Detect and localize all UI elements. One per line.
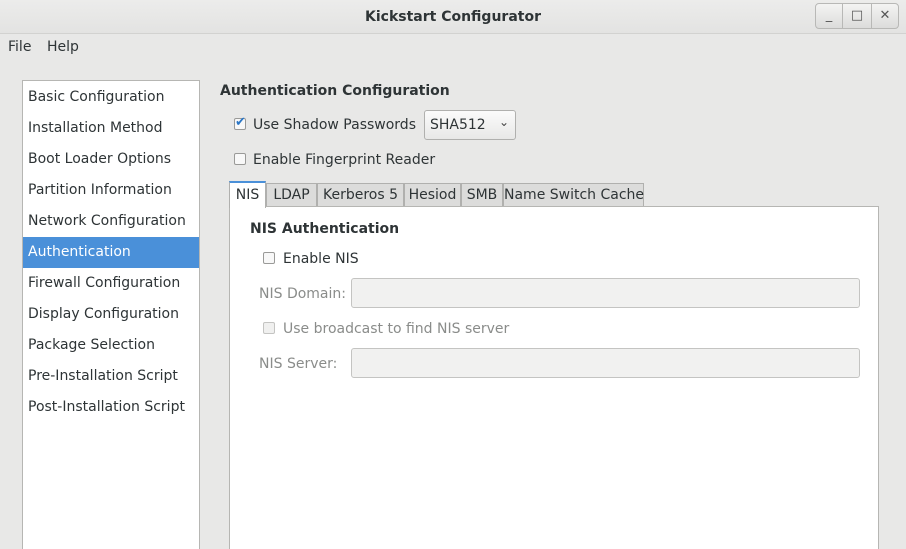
window-title: Kickstart Configurator — [365, 9, 541, 25]
hash-algorithm-value: SHA512 — [430, 117, 486, 133]
tab-name-switch-cache[interactable]: Name Switch Cache — [503, 183, 644, 207]
tab-smb[interactable]: SMB — [461, 183, 503, 207]
enable-nis-checkbox[interactable] — [263, 252, 275, 264]
tab-kerberos5[interactable]: Kerberos 5 — [317, 183, 404, 207]
hash-algorithm-select[interactable]: SHA512 ⌄ — [424, 110, 516, 140]
maximize-button[interactable]: □ — [843, 3, 871, 29]
close-button[interactable]: ✕ — [871, 3, 899, 29]
nis-panel-title: NIS Authentication — [250, 221, 400, 237]
menu-file[interactable]: File — [8, 39, 31, 55]
enable-nis-label[interactable]: Enable NIS — [283, 251, 359, 267]
sidebar-item-post-installation-script[interactable]: Post-Installation Script — [23, 392, 199, 423]
shadow-passwords-label[interactable]: Use Shadow Passwords — [253, 117, 416, 133]
menubar: File Help — [0, 34, 906, 60]
sidebar-item-partition-information[interactable]: Partition Information — [23, 175, 199, 206]
nis-domain-label: NIS Domain: — [259, 286, 346, 302]
shadow-passwords-checkbox[interactable] — [234, 115, 246, 130]
sidebar-item-installation-method[interactable]: Installation Method — [23, 113, 199, 144]
minimize-button[interactable]: _ — [815, 3, 843, 29]
broadcast-nis-label[interactable]: Use broadcast to find NIS server — [283, 321, 509, 337]
sidebar-item-boot-loader-options[interactable]: Boot Loader Options — [23, 144, 199, 175]
menu-help[interactable]: Help — [47, 39, 79, 55]
window-titlebar: Kickstart Configurator _ □ ✕ — [0, 0, 906, 34]
fingerprint-reader-checkbox[interactable] — [234, 153, 246, 165]
sidebar: Basic Configuration Installation Method … — [22, 80, 200, 549]
sidebar-item-package-selection[interactable]: Package Selection — [23, 330, 199, 361]
sidebar-item-firewall-configuration[interactable]: Firewall Configuration — [23, 268, 199, 299]
sidebar-item-network-configuration[interactable]: Network Configuration — [23, 206, 199, 237]
sidebar-item-display-configuration[interactable]: Display Configuration — [23, 299, 199, 330]
fingerprint-reader-label[interactable]: Enable Fingerprint Reader — [253, 152, 435, 168]
nis-domain-field[interactable] — [351, 278, 860, 308]
nis-server-label: NIS Server: — [259, 356, 338, 372]
nis-server-field[interactable] — [351, 348, 860, 378]
sidebar-item-pre-installation-script[interactable]: Pre-Installation Script — [23, 361, 199, 392]
sidebar-item-basic-configuration[interactable]: Basic Configuration — [23, 82, 199, 113]
sidebar-item-authentication[interactable]: Authentication — [23, 237, 199, 268]
tab-ldap[interactable]: LDAP — [266, 183, 317, 207]
broadcast-nis-checkbox[interactable] — [263, 322, 275, 334]
tab-nis[interactable]: NIS — [229, 181, 266, 208]
chevron-down-icon: ⌄ — [498, 115, 509, 129]
section-title: Authentication Configuration — [220, 83, 450, 99]
tab-hesiod[interactable]: Hesiod — [404, 183, 461, 207]
